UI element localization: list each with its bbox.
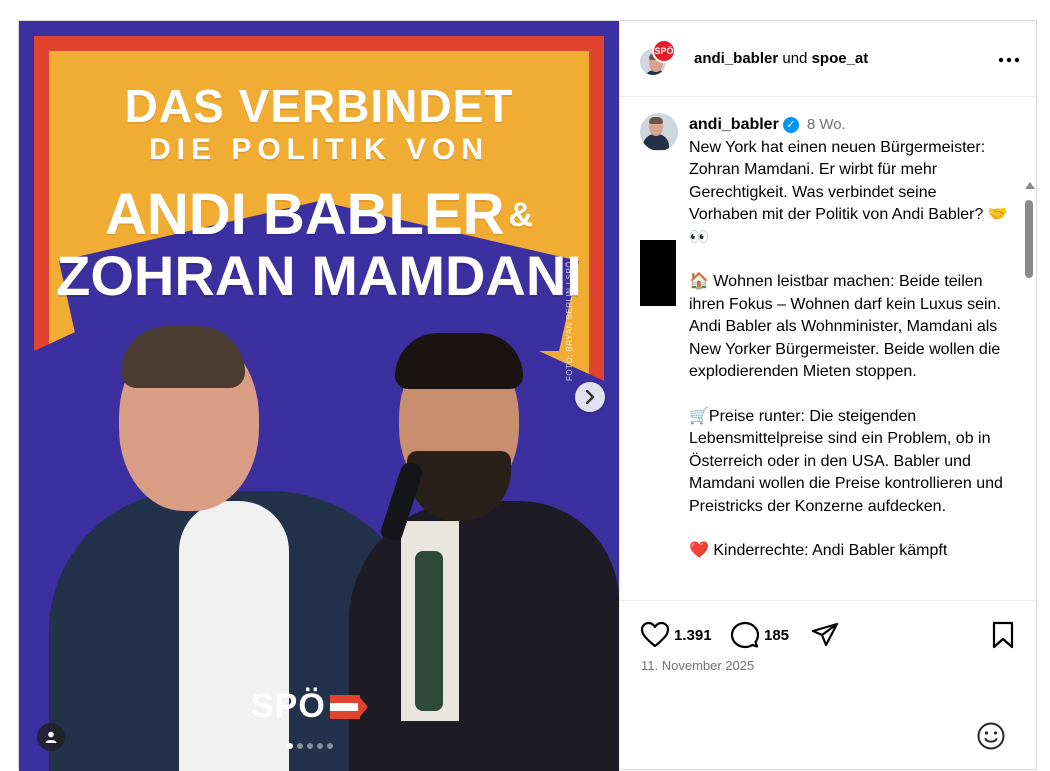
like-button[interactable]: 1.391 <box>640 621 712 649</box>
verified-badge-icon: ✓ <box>782 117 799 134</box>
paper-plane-icon <box>811 622 839 647</box>
heart-icon <box>640 621 670 648</box>
header-avatars[interactable]: SPÖ <box>638 38 678 79</box>
spo-flag-arrow-icon <box>329 694 368 719</box>
save-button[interactable] <box>990 621 1016 649</box>
spo-logo-text: SPÖ <box>251 687 326 725</box>
caption-header: andi_babler ✓ 8 Wo. <box>689 114 1009 137</box>
caption-paragraph: 🏠 Wohnen leistbar machen: Beide teilen i… <box>689 273 1005 380</box>
spo-logo: SPÖ <box>251 687 368 726</box>
person-right-suit <box>349 501 619 771</box>
caption-timestamp[interactable]: 8 Wo. <box>807 114 846 137</box>
bookmark-icon <box>992 621 1014 649</box>
poster-headline-line1: DAS VERBINDET <box>124 80 514 132</box>
poster-name-babler-text: ANDI BABLER <box>104 182 505 247</box>
caption-paragraph: New York hat einen neuen Bürgermeister: … <box>689 138 1008 246</box>
caption-username[interactable]: andi_babler <box>689 114 779 137</box>
person-right-tie <box>415 551 443 711</box>
poster-name-mamdani: ZOHRAN MAMDANI <box>56 244 582 307</box>
redaction-block <box>640 240 676 306</box>
emoji-picker-button[interactable] <box>976 721 1006 756</box>
carousel-indicator <box>287 743 333 749</box>
comment-count[interactable]: 185 <box>764 627 789 644</box>
comment-button[interactable]: 185 <box>730 621 789 649</box>
post-side-panel: SPÖ andi_babler und spoe_at andi_babler … <box>619 21 1038 771</box>
carousel-dot <box>307 743 313 749</box>
header-user-andi-babler[interactable]: andi_babler <box>694 50 778 67</box>
avatar-spoe[interactable]: SPÖ <box>652 38 676 63</box>
scroll-up-arrow-icon[interactable] <box>1025 182 1035 189</box>
more-horizontal-icon <box>998 57 1020 63</box>
person-left-hair <box>121 326 245 388</box>
caption-paragraph: ❤️ Kinderrechte: Andi Babler kämpft <box>689 542 948 559</box>
avatar-andi-babler[interactable] <box>640 113 678 151</box>
like-count[interactable]: 1.391 <box>674 627 712 644</box>
chevron-right-icon <box>585 390 595 404</box>
photo-credit: FOTO: BRYAN BERLIN / SPÖ <box>565 260 574 381</box>
caption-scroll-area[interactable]: andi_babler ✓ 8 Wo. New York hat einen n… <box>620 98 1038 600</box>
comment-icon <box>730 621 760 649</box>
header-user-spoe[interactable]: spoe_at <box>812 50 869 67</box>
post-header: SPÖ andi_babler und spoe_at <box>620 21 1038 97</box>
header-title: andi_babler und spoe_at <box>694 50 868 67</box>
tagged-users-button[interactable] <box>37 723 65 751</box>
poster-headline-line2: DIE POLITIK VON <box>148 133 490 166</box>
post-media[interactable]: DAS VERBINDET DIE POLITIK VON ANDI BABLE… <box>19 21 619 771</box>
header-joiner: und <box>778 50 812 67</box>
post-date[interactable]: 11. November 2025 <box>641 658 754 673</box>
poster-ampersand: & <box>508 196 534 234</box>
more-options-button[interactable] <box>998 49 1020 65</box>
caption-avatar[interactable] <box>640 113 678 151</box>
comment-bar <box>620 721 1038 771</box>
poster-name-babler: ANDI BABLER & <box>19 181 619 248</box>
carousel-dot <box>317 743 323 749</box>
caption-body: andi_babler ✓ 8 Wo. New York hat einen n… <box>689 114 1009 563</box>
scrollbar-thumb[interactable] <box>1025 200 1033 278</box>
carousel-next-button[interactable] <box>575 382 605 412</box>
user-icon <box>45 731 57 743</box>
carousel-dot <box>297 743 303 749</box>
post-actions: 1.391 185 11. November 2025 <box>620 600 1038 720</box>
share-button[interactable] <box>810 621 840 649</box>
person-left-shirt <box>179 501 289 771</box>
smiley-icon <box>977 722 1005 750</box>
instagram-post: DAS VERBINDET DIE POLITIK VON ANDI BABLE… <box>18 20 1038 771</box>
carousel-dot <box>327 743 333 749</box>
caption-scrollbar[interactable] <box>1022 182 1036 600</box>
carousel-dot <box>287 743 293 749</box>
caption-paragraph: 🛒Preise runter: Die steigenden Lebensmit… <box>689 407 1008 515</box>
person-right-hair <box>395 333 523 389</box>
